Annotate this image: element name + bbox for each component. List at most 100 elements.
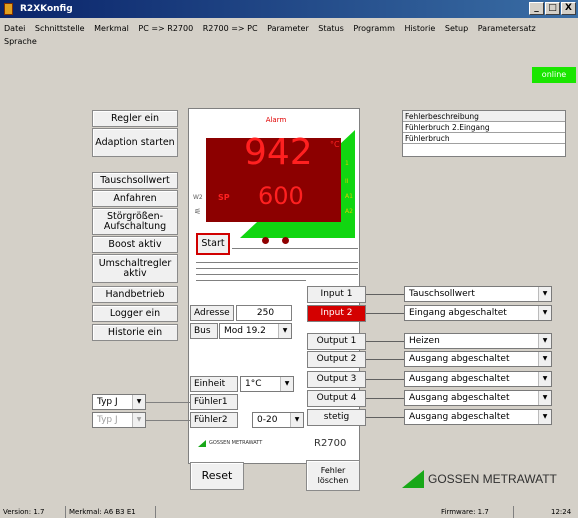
status-firmware: Firmware: 1.7 — [438, 506, 514, 518]
output-4-label[interactable]: Output 4 — [307, 390, 366, 407]
connector-line — [366, 294, 404, 295]
menu-bar: Datei Schnittstelle Merkmal PC => R2700 … — [0, 18, 578, 50]
connector-line — [366, 379, 404, 380]
menu-sprache[interactable]: Sprache — [4, 37, 37, 46]
fuehler2-select[interactable]: 0-20 ▼ — [252, 412, 304, 428]
status-version: Version: 1.7 — [0, 506, 66, 518]
chevron-down-icon: ▼ — [278, 324, 291, 338]
stetig-select[interactable]: Ausgang abgeschaltet ▼ — [404, 409, 552, 425]
divider — [232, 248, 358, 249]
output-1-select[interactable]: Heizen ▼ — [404, 333, 552, 349]
handbetrieb-button[interactable]: Handbetrieb — [92, 286, 178, 303]
led-2 — [282, 237, 289, 244]
fehler-loeschen-button[interactable]: Fehler löschen — [306, 460, 360, 491]
connector-line — [366, 398, 404, 399]
menu-schnittstelle[interactable]: Schnittstelle — [35, 24, 85, 33]
output-4-select[interactable]: Ausgang abgeschaltet ▼ — [404, 390, 552, 406]
anfahren-button[interactable]: Anfahren — [92, 190, 178, 207]
input-1-select[interactable]: Tauschsollwert ▼ — [404, 286, 552, 302]
typ2-select[interactable]: Typ J ▼ — [92, 412, 146, 428]
sensor-icon: ⚟ — [194, 207, 202, 216]
chevron-down-icon: ▼ — [538, 372, 551, 386]
bus-value: Mod 19.2 — [224, 326, 266, 336]
start-button[interactable]: Start — [196, 233, 230, 255]
input-2-select[interactable]: Eingang abgeschaltet ▼ — [404, 305, 552, 321]
chevron-down-icon: ▼ — [538, 391, 551, 405]
typ1-select[interactable]: Typ J ▼ — [92, 394, 146, 410]
input-1-label[interactable]: Input 1 — [307, 286, 366, 303]
close-button[interactable]: X — [561, 2, 576, 15]
typ2-value: Typ J — [97, 415, 118, 425]
status-bar: Version: 1.7 Merkmal: A6 B3 E1 Firmware:… — [0, 506, 578, 518]
divider — [196, 280, 306, 281]
fault-header: Fehlerbeschreibung — [403, 111, 565, 122]
boost-aktiv-button[interactable]: Boost aktiv — [92, 236, 178, 253]
output-1-label[interactable]: Output 1 — [307, 333, 366, 350]
status-time: 12:24 — [551, 508, 572, 516]
adresse-input[interactable]: 250 — [236, 305, 292, 321]
input-1-value: Tauschsollwert — [409, 289, 475, 299]
stoergroessen-button[interactable]: Störgrößen-Aufschaltung — [92, 208, 178, 235]
logo-text: GOSSEN METRAWATT — [428, 472, 557, 486]
menu-pc-to-r2700[interactable]: PC => R2700 — [138, 24, 193, 33]
indicator-a1: A1 — [345, 193, 353, 200]
minimize-button[interactable]: _ — [529, 2, 544, 15]
divider — [196, 262, 358, 263]
connector-line — [366, 359, 404, 360]
output-3-select[interactable]: Ausgang abgeschaltet ▼ — [404, 371, 552, 387]
unit-label: °C — [330, 140, 340, 149]
typ1-value: Typ J — [97, 397, 118, 407]
historie-ein-button[interactable]: Historie ein — [92, 324, 178, 341]
logo-mark-icon — [402, 470, 424, 488]
device-model: R2700 — [314, 438, 347, 449]
indicator-2: II — [345, 178, 349, 185]
fault-item[interactable]: Fühlerbruch 2.Eingang — [403, 122, 565, 133]
tauschsollwert-button[interactable]: Tauschsollwert — [92, 172, 178, 189]
input-2-label[interactable]: Input 2 — [307, 305, 366, 322]
status-merkmal: Merkmal: A6 B3 E1 — [66, 506, 156, 518]
menu-r2700-to-pc[interactable]: R2700 => PC — [203, 24, 258, 33]
stetig-label[interactable]: stetig — [307, 409, 366, 426]
einheit-label: Einheit — [190, 376, 238, 392]
output-2-select[interactable]: Ausgang abgeschaltet ▼ — [404, 351, 552, 367]
output-2-label[interactable]: Output 2 — [307, 351, 366, 368]
alarm-label: Alarm — [265, 116, 287, 124]
stetig-value: Ausgang abgeschaltet — [409, 412, 510, 422]
adaption-starten-button[interactable]: Adaption starten — [92, 128, 178, 157]
indicator-1: 1 — [345, 160, 349, 167]
menu-parameter[interactable]: Parameter — [267, 24, 309, 33]
menu-status[interactable]: Status — [318, 24, 344, 33]
output-4-value: Ausgang abgeschaltet — [409, 393, 510, 403]
output-3-label[interactable]: Output 3 — [307, 371, 366, 388]
bus-select[interactable]: Mod 19.2 ▼ — [219, 323, 292, 339]
menu-programm[interactable]: Programm — [353, 24, 395, 33]
menu-historie[interactable]: Historie — [404, 24, 435, 33]
input-2-value: Eingang abgeschaltet — [409, 308, 507, 318]
umschaltregler-button[interactable]: Umschaltregler aktiv — [92, 254, 178, 283]
chevron-down-icon: ▼ — [132, 395, 145, 409]
reset-button[interactable]: Reset — [190, 462, 244, 490]
menu-parametersatz[interactable]: Parametersatz — [478, 24, 536, 33]
chevron-down-icon: ▼ — [290, 413, 303, 427]
einheit-value: 1°C — [245, 379, 262, 389]
connector-line — [146, 420, 190, 421]
menu-datei[interactable]: Datei — [4, 24, 25, 33]
setpoint-label: SP — [218, 193, 230, 202]
menu-setup[interactable]: Setup — [445, 24, 468, 33]
gossen-logo: GOSSEN METRAWATT — [402, 470, 557, 488]
menu-merkmal[interactable]: Merkmal — [94, 24, 129, 33]
einheit-select[interactable]: 1°C ▼ — [240, 376, 294, 392]
divider — [196, 268, 358, 269]
output-2-value: Ausgang abgeschaltet — [409, 354, 510, 364]
logger-ein-button[interactable]: Logger ein — [92, 305, 178, 322]
process-value: 942 — [244, 132, 313, 173]
chevron-down-icon: ▼ — [538, 306, 551, 320]
chevron-down-icon: ▼ — [280, 377, 293, 391]
maximize-button[interactable]: □ — [545, 2, 560, 15]
output-1-value: Heizen — [409, 336, 440, 346]
app-icon — [4, 3, 13, 15]
fault-item[interactable]: Fühlerbruch — [403, 133, 565, 144]
chevron-down-icon: ▼ — [538, 334, 551, 348]
regler-ein-button[interactable]: Regler ein — [92, 110, 178, 127]
w2-label: W2 — [193, 194, 203, 201]
